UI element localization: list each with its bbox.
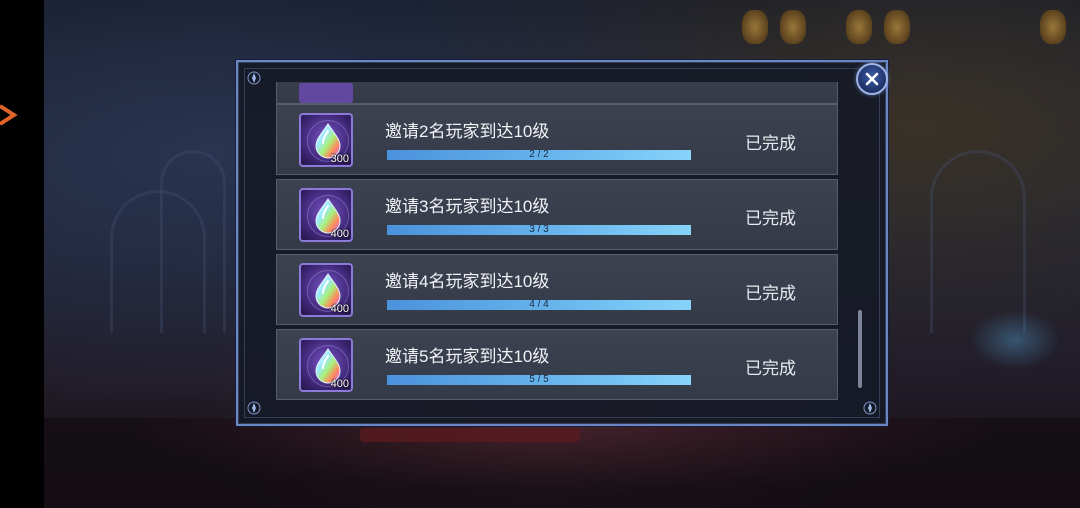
task-row: 400 邀请4名玩家到达10级 4 / 4 已完成 bbox=[276, 254, 838, 325]
task-status-label: 已完成 bbox=[745, 134, 796, 153]
reward-item-slot[interactable]: 400 bbox=[299, 338, 353, 392]
background-fountain bbox=[970, 310, 1060, 370]
reward-item-slot[interactable]: 400 bbox=[299, 188, 353, 242]
close-icon bbox=[865, 72, 879, 86]
reward-quantity: 300 bbox=[330, 153, 349, 165]
task-progress-bar: 5 / 5 bbox=[387, 374, 691, 385]
task-title: 邀请2名玩家到达10级 bbox=[385, 122, 550, 141]
left-edge-bar bbox=[0, 0, 44, 508]
background-carpet bbox=[360, 428, 580, 442]
background-ornament bbox=[742, 10, 768, 44]
task-progress-text: 3 / 3 bbox=[529, 224, 549, 235]
reward-item-slot[interactable]: 400 bbox=[299, 263, 353, 317]
task-row: 300 邀请2名玩家到达10级 2 / 2 已完成 bbox=[276, 104, 838, 175]
task-status-label: 已完成 bbox=[745, 209, 796, 228]
task-row: 400 邀请3名玩家到达10级 3 / 3 已完成 bbox=[276, 179, 838, 250]
background-ornament bbox=[846, 10, 872, 44]
background-ornament bbox=[1040, 10, 1066, 44]
task-progress-bar: 3 / 3 bbox=[387, 224, 691, 235]
background-arch bbox=[930, 150, 1026, 333]
task-progress-text: 2 / 2 bbox=[529, 149, 549, 160]
task-status-label: 已完成 bbox=[745, 284, 796, 303]
task-row: 400 邀请5名玩家到达10级 5 / 5 已完成 bbox=[276, 329, 838, 400]
task-progress-bar: 4 / 4 bbox=[387, 299, 691, 310]
task-list[interactable]: 300 邀请2名玩家到达10级 2 / 2 已完成 400 邀请3名玩家到达10… bbox=[276, 82, 838, 406]
task-title: 邀请4名玩家到达10级 bbox=[385, 272, 550, 291]
reward-quantity: 400 bbox=[330, 228, 349, 240]
task-title: 邀请5名玩家到达10级 bbox=[385, 347, 550, 366]
task-progress-text: 5 / 5 bbox=[529, 374, 549, 385]
task-progress-text: 4 / 4 bbox=[529, 299, 549, 310]
reward-quantity: 400 bbox=[330, 303, 349, 315]
invite-rewards-panel: 300 邀请2名玩家到达10级 2 / 2 已完成 400 邀请3名玩家到达10… bbox=[236, 60, 888, 426]
background-ornament bbox=[884, 10, 910, 44]
corner-ornament-icon bbox=[247, 401, 261, 415]
scrollbar-thumb[interactable] bbox=[858, 310, 862, 388]
rainbow-crystal-icon bbox=[299, 83, 353, 103]
background-arch bbox=[160, 150, 226, 333]
corner-ornament-icon bbox=[863, 401, 877, 415]
task-row-partial bbox=[276, 82, 838, 104]
task-title: 邀请3名玩家到达10级 bbox=[385, 197, 550, 216]
corner-ornament-icon bbox=[247, 71, 261, 85]
task-status-label: 已完成 bbox=[745, 359, 796, 378]
close-button[interactable] bbox=[856, 63, 888, 95]
chevron-left-icon[interactable] bbox=[0, 100, 18, 130]
reward-item-slot[interactable]: 300 bbox=[299, 113, 353, 167]
task-progress-bar: 2 / 2 bbox=[387, 149, 691, 160]
reward-quantity: 400 bbox=[330, 378, 349, 390]
background-ornament bbox=[780, 10, 806, 44]
